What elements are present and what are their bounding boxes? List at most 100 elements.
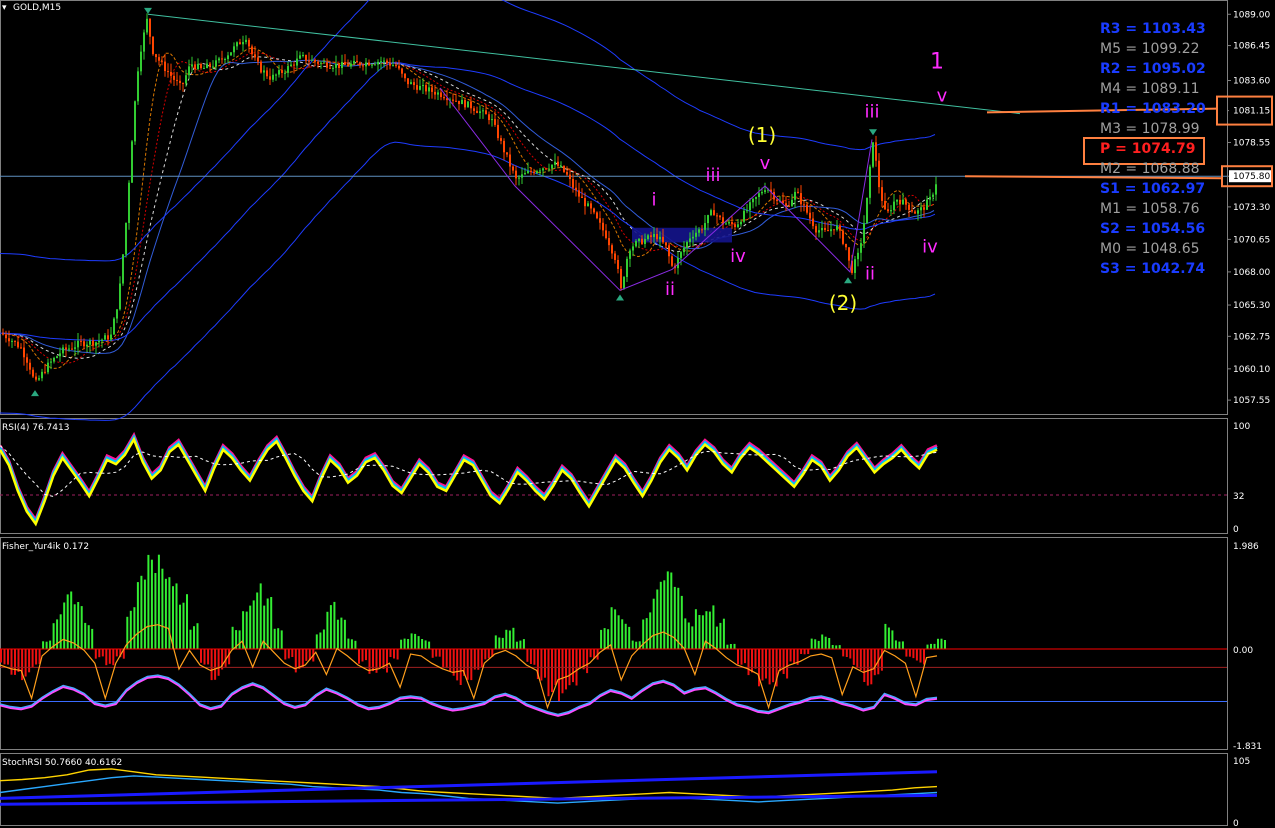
fisher-bar (147, 554, 150, 650)
fractal-arrow-icon (616, 294, 624, 301)
fisher-bar (115, 649, 118, 657)
candle-body (206, 63, 208, 69)
pivot-level-label: R1 = 1083.20 (1100, 101, 1206, 117)
fisher-bar (821, 634, 824, 650)
fisher-bar (340, 617, 343, 649)
candle-body (650, 235, 652, 238)
fisher-bar (333, 601, 336, 650)
fractal-arrow-icon (144, 7, 152, 14)
fisher-bar (842, 649, 845, 657)
candle-body (752, 198, 754, 203)
candle-body (875, 142, 877, 161)
candle-body (338, 63, 340, 69)
fisher-bar (751, 649, 753, 673)
fisher-bar (396, 649, 399, 660)
stochrsi-panel[interactable] (0, 753, 1228, 826)
candle-body (578, 190, 580, 197)
candle-body (575, 187, 577, 191)
fisher-bar (856, 649, 859, 668)
fisher-bar (379, 649, 381, 668)
fisher-tick-label: 1.986 (1233, 542, 1259, 552)
fisher-bar (733, 643, 736, 650)
fisher-bar (456, 649, 459, 681)
candle-body (884, 200, 886, 210)
candle-body (113, 318, 115, 335)
candle-body (299, 55, 301, 59)
candle-body (65, 347, 67, 350)
fisher-bar (365, 649, 367, 661)
fisher-bar (477, 649, 480, 670)
fisher-bar (712, 605, 715, 649)
candle-body (263, 70, 265, 73)
candle-body (629, 250, 631, 259)
candle-body (164, 61, 166, 72)
fisher-bar (772, 649, 775, 683)
chart-canvas[interactable]: 1v(1)viiiiiiiiviiii(2)iv 100320 1.9860.0… (0, 0, 1275, 828)
candle-body (218, 58, 220, 61)
fisher-bar (663, 580, 666, 650)
fisher-bar (852, 649, 855, 665)
candle-body (800, 193, 802, 205)
candle-body (314, 59, 316, 62)
fisher-bar (828, 638, 831, 649)
fisher-bar (80, 606, 83, 650)
candle-body (101, 339, 103, 341)
fisher-bar (694, 609, 697, 650)
candle-body (401, 68, 403, 74)
fisher-bar (901, 641, 904, 649)
fractal-arrow-icon (844, 277, 852, 284)
candle-body (383, 60, 385, 62)
candle-body (806, 204, 808, 213)
fisher-bar (7, 649, 9, 665)
candle-body (815, 226, 817, 233)
candle-body (17, 341, 19, 348)
fisher-bar (726, 644, 729, 650)
fisher-bar (533, 649, 536, 665)
fisher-bar (761, 649, 764, 681)
fisher-bar (196, 623, 199, 650)
fisher-bar (677, 587, 680, 649)
fisher-bar (926, 644, 929, 650)
fisher-bar (526, 649, 529, 662)
candle-body (914, 211, 916, 214)
price-tick-label: 1068.00 (1233, 268, 1270, 278)
candle-body (473, 108, 475, 111)
candle-body (278, 70, 280, 75)
candle-body (713, 210, 715, 216)
candle-body (689, 238, 691, 242)
wave-label: (2) (829, 291, 857, 315)
candle-body (62, 347, 64, 354)
main-price-panel[interactable] (0, 0, 1228, 415)
candle-body (8, 338, 10, 342)
candle-body (152, 36, 154, 55)
fisher-bar (558, 649, 560, 702)
candle-body (434, 91, 436, 95)
candle-body (188, 66, 190, 76)
fisher-panel[interactable] (0, 537, 1228, 750)
envelope-upper-line (0, 0, 936, 262)
fisher-bar (175, 583, 178, 650)
candle-body (44, 371, 46, 373)
fisher-bar (930, 643, 932, 649)
candle-body (116, 309, 118, 319)
candle-body (365, 62, 367, 67)
candle-body (725, 223, 727, 225)
fisher-bar (210, 649, 213, 681)
rsi-panel[interactable] (0, 418, 1228, 534)
fisher-bar (484, 649, 487, 660)
fractal-arrow-icon (869, 129, 877, 136)
candle-body (230, 52, 232, 56)
fisher-bar (754, 649, 757, 669)
fisher-bar (203, 649, 206, 665)
fisher-bar (136, 582, 139, 650)
candle-body (455, 100, 457, 102)
candle-body (92, 340, 94, 346)
envelope-lower-line (0, 141, 936, 421)
fisher-bar (722, 618, 725, 650)
symbol-chevron-icon[interactable]: ▾ (2, 3, 7, 13)
candle-body (392, 65, 394, 67)
fisher-bar (438, 649, 441, 657)
candle-body (890, 210, 892, 212)
wave-label: v (760, 153, 771, 174)
candle-body (662, 236, 664, 243)
